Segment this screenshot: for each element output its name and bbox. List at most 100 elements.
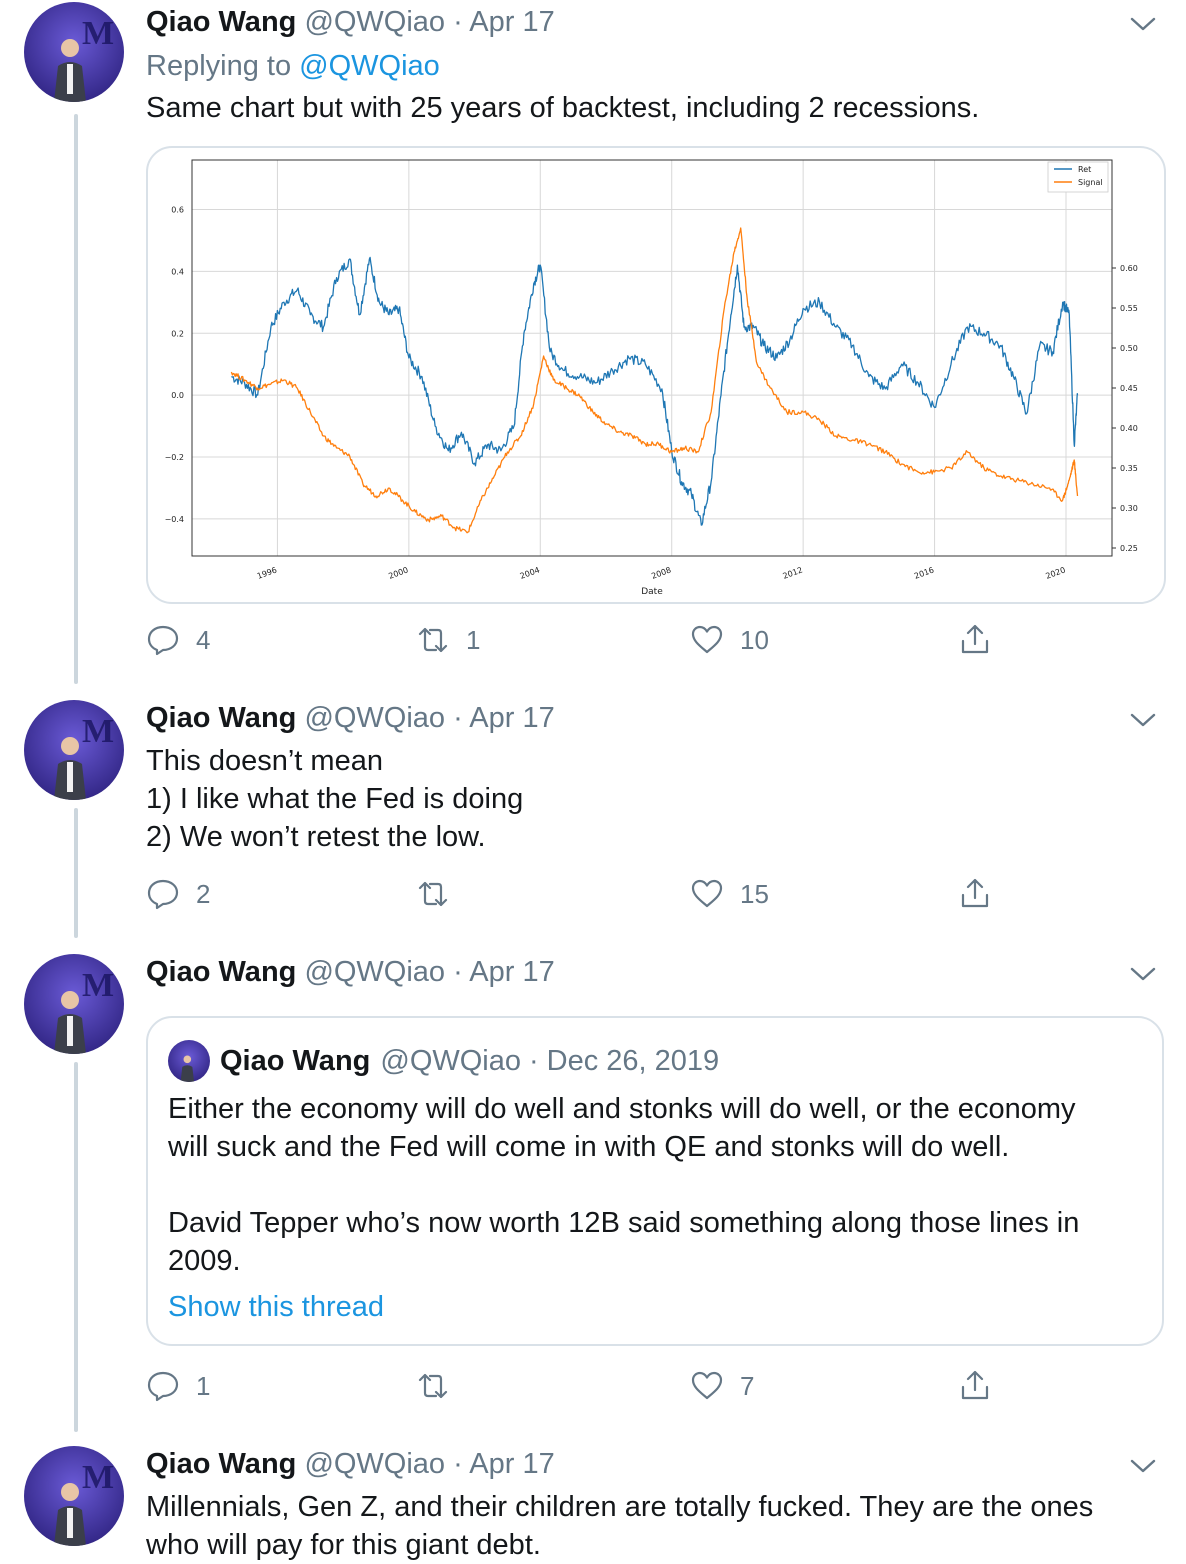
chart-image[interactable]: 1996 2000 2004 2008 2012 2016 2020 0.6 0.4 0.2 0.0… xyxy=(146,146,1166,604)
series-line-ret xyxy=(231,256,1079,526)
y-tick-label-right: 0.30 xyxy=(1120,504,1138,513)
chart-legend: Ret Signal xyxy=(1047,161,1109,193)
quoted-tweet[interactable]: Qiao Wang @QWQiao · Dec 26, 2019 Either … xyxy=(146,1016,1164,1346)
chart-series-layer xyxy=(230,227,1079,534)
avatar[interactable]: M xyxy=(24,2,124,102)
retweet-icon xyxy=(418,1373,448,1399)
chart: 1996 2000 2004 2008 2012 2016 2020 0.6 0.4 0.2 0.0… xyxy=(165,159,1138,597)
chart-tick-layer: 1996 2000 2004 2008 2012 2016 2020 0.6 0.4 0.2 0.0… xyxy=(165,206,1138,581)
separator: · xyxy=(453,1448,463,1480)
share-icon xyxy=(961,1370,989,1400)
thread-line-3 xyxy=(74,1062,78,1432)
chevron-down-icon[interactable] xyxy=(1130,16,1156,32)
svg-text:M: M xyxy=(82,15,114,52)
author-handle[interactable]: @QWQiao xyxy=(304,956,445,988)
share-icon xyxy=(961,878,989,908)
legend-label-ret: Ret xyxy=(1078,165,1091,174)
tweet-text-line: This doesn’t mean xyxy=(146,745,383,777)
reply-button[interactable]: 1 xyxy=(146,1366,210,1406)
like-count: 15 xyxy=(740,878,769,909)
chevron-down-icon[interactable] xyxy=(1130,966,1156,982)
author-name[interactable]: Qiao Wang xyxy=(146,702,296,734)
y-tick-label-left: 0.0 xyxy=(171,391,184,400)
x-tick-label: 1996 xyxy=(256,565,278,580)
like-count: 7 xyxy=(740,1370,755,1401)
reply-icon xyxy=(147,879,179,910)
x-tick-label: 2016 xyxy=(913,565,935,580)
y-tick-label-right: 0.40 xyxy=(1120,424,1138,433)
reply-count: 1 xyxy=(196,1370,211,1401)
like-count: 10 xyxy=(740,624,769,655)
like-icon xyxy=(691,879,723,908)
author-name[interactable]: Qiao Wang xyxy=(146,956,296,988)
retweet-button[interactable]: 1 xyxy=(416,620,480,660)
like-icon xyxy=(691,625,723,654)
tweet-text-line: Millennials, Gen Z, and their children a… xyxy=(146,1491,1094,1523)
y-tick-label-left: 0.4 xyxy=(171,267,184,276)
quoted-text-line: will suck and the Fed will come in with … xyxy=(168,1131,1010,1163)
tweet-text: Millennials, Gen Z, and their children a… xyxy=(146,1488,1166,1564)
x-tick-label: 2000 xyxy=(387,565,409,580)
x-tick-label: 2020 xyxy=(1044,565,1066,580)
like-icon xyxy=(691,1371,723,1400)
avatar[interactable]: M xyxy=(24,954,124,1054)
retweet-icon xyxy=(418,881,448,907)
svg-text:M: M xyxy=(82,1459,114,1496)
thread-line-1 xyxy=(74,114,78,684)
retweet-icon xyxy=(418,627,448,653)
tweet-text-line: 2) We won’t retest the low. xyxy=(146,821,486,853)
retweet-button[interactable] xyxy=(416,874,466,914)
tweet-text: This doesn’t mean 1) I like what the Fed… xyxy=(146,742,1166,856)
quoted-text-line: 2009. xyxy=(168,1245,241,1277)
separator: · xyxy=(453,956,463,988)
tweet-date[interactable]: Apr 17 xyxy=(469,6,554,38)
replying-handle-link[interactable]: @QWQiao xyxy=(299,50,440,82)
chart-grid xyxy=(192,160,1112,556)
replying-to: Replying to @QWQiao xyxy=(146,48,440,84)
svg-text:M: M xyxy=(82,967,114,1004)
show-thread-link[interactable]: Show this thread xyxy=(168,1288,384,1326)
quoted-text: Either the economy will do well and ston… xyxy=(168,1090,1148,1280)
author-handle[interactable]: @QWQiao xyxy=(304,702,445,734)
chevron-down-icon[interactable] xyxy=(1130,1458,1156,1474)
author-handle[interactable]: @QWQiao xyxy=(304,6,445,38)
x-tick-label: 2008 xyxy=(650,565,672,580)
author-name[interactable]: Qiao Wang xyxy=(146,6,296,38)
x-tick-label: 2012 xyxy=(782,565,804,580)
avatar[interactable]: M xyxy=(24,700,124,800)
thread-line-2 xyxy=(74,808,78,938)
author-handle[interactable]: @QWQiao xyxy=(304,1448,445,1480)
share-button[interactable] xyxy=(958,874,992,914)
separator: · xyxy=(453,6,463,38)
like-button[interactable]: 7 xyxy=(690,1366,754,1406)
y-tick-label-right: 0.25 xyxy=(1120,544,1138,553)
tweet-date[interactable]: Apr 17 xyxy=(469,956,554,988)
author-name[interactable]: Qiao Wang xyxy=(146,1448,296,1480)
retweet-button[interactable] xyxy=(416,1366,466,1406)
legend-label-signal: Signal xyxy=(1078,178,1103,187)
separator: · xyxy=(453,702,463,734)
reply-button[interactable]: 4 xyxy=(146,620,210,660)
tweet-text-line: who will pay for this giant debt. xyxy=(146,1529,541,1561)
share-button[interactable] xyxy=(958,1366,992,1406)
x-tick-label: 2004 xyxy=(519,565,541,580)
tweet-actions: 1 7 xyxy=(146,1366,1176,1406)
like-button[interactable]: 10 xyxy=(690,620,769,660)
y-tick-label-right: 0.45 xyxy=(1120,384,1138,393)
quoted-text-line: David Tepper who’s now worth 12B said so… xyxy=(168,1207,1080,1239)
avatar[interactable]: M xyxy=(24,1446,124,1546)
y-tick-label-left: −0.2 xyxy=(165,453,184,462)
chevron-down-icon[interactable] xyxy=(1130,712,1156,728)
svg-text:M: M xyxy=(82,713,114,750)
like-button[interactable]: 15 xyxy=(690,874,769,914)
replying-prefix: Replying to xyxy=(146,50,292,82)
reply-count: 2 xyxy=(196,878,211,909)
tweet-date[interactable]: Apr 17 xyxy=(469,702,554,734)
share-button[interactable] xyxy=(958,620,992,660)
reply-button[interactable]: 2 xyxy=(146,874,210,914)
retweet-count: 1 xyxy=(466,624,481,655)
reply-count: 4 xyxy=(196,624,211,655)
tweet-date[interactable]: Apr 17 xyxy=(469,1448,554,1480)
y-tick-label-right: 0.55 xyxy=(1120,304,1138,313)
y-tick-label-right: 0.60 xyxy=(1120,264,1138,273)
